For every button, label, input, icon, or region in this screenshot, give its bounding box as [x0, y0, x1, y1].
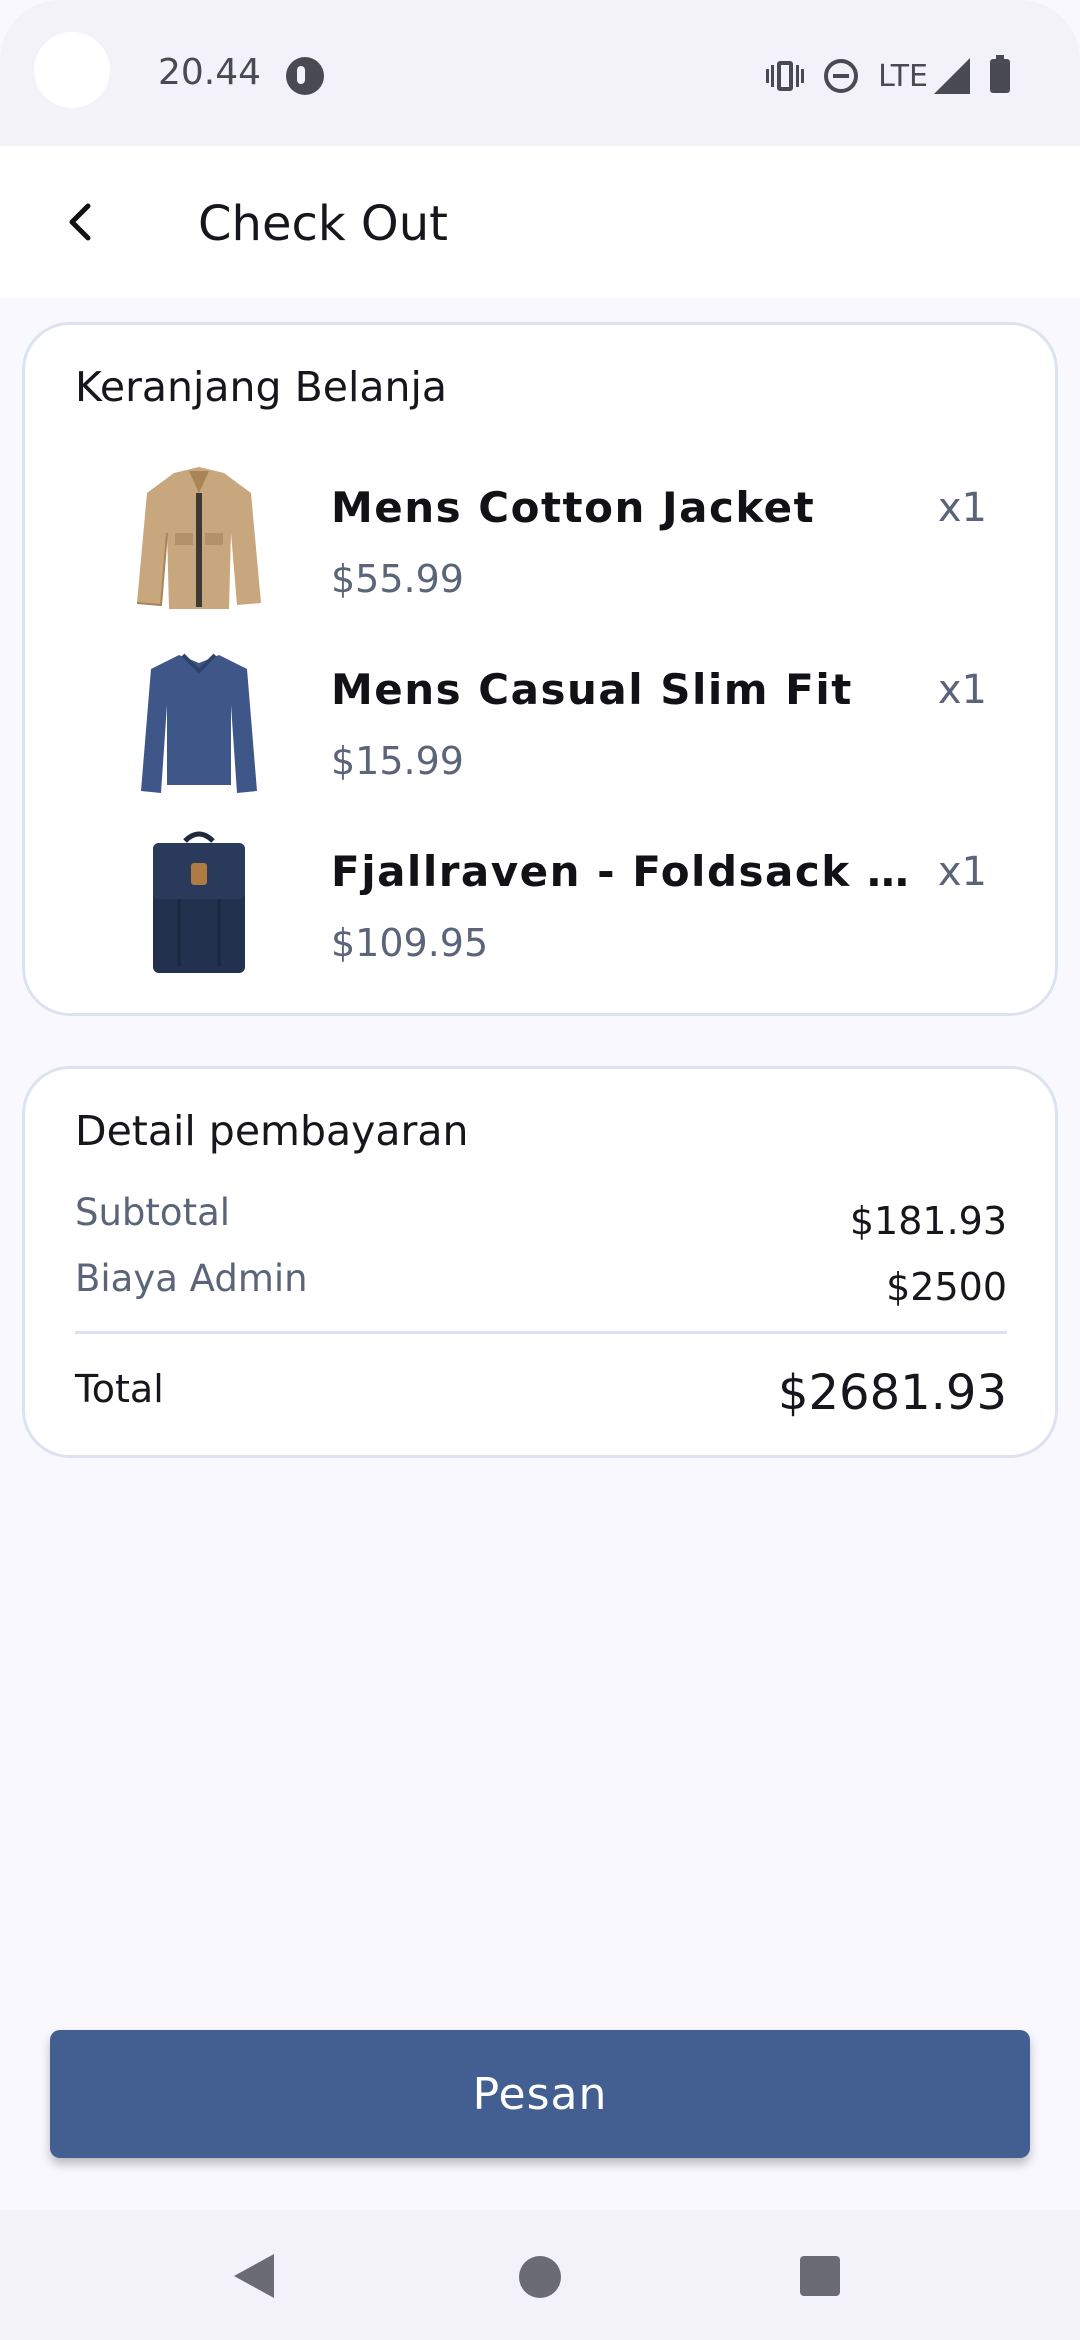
cart-item[interactable]: Fjallraven - Foldsack No. 1 Backpack, Fi… — [25, 827, 1055, 997]
cart-title: Keranjang Belanja — [75, 363, 447, 411]
product-price: $55.99 — [331, 557, 464, 601]
payment-detail-card: Detail pembayaran Subtotal $181.93 Biaya… — [22, 1066, 1058, 1458]
product-quantity: x1 — [937, 667, 987, 713]
status-time: 20.44 — [158, 52, 262, 93]
chevron-left-icon — [69, 203, 91, 241]
do-not-disturb-icon — [824, 59, 859, 93]
product-quantity: x1 — [937, 849, 987, 895]
order-button[interactable]: Pesan — [50, 2030, 1030, 2158]
admin-fee-value: $2500 — [886, 1265, 1007, 1309]
product-quantity: x1 — [937, 485, 987, 531]
vibrate-icon — [766, 59, 805, 93]
admin-fee-row: Biaya Admin $2500 — [75, 1257, 1007, 1313]
admin-fee-label: Biaya Admin — [75, 1257, 308, 1300]
cart-item[interactable]: Mens Cotton Jacket $55.99 x1 — [25, 463, 1055, 633]
product-price: $15.99 — [331, 739, 464, 783]
cart-card: Keranjang Belanja Mens Cotton Jacket $55… — [22, 322, 1058, 1016]
nav-home-icon[interactable] — [519, 2256, 561, 2298]
cart-item[interactable]: Mens Casual Slim Fit $15.99 x1 — [25, 645, 1055, 815]
product-name: Fjallraven - Foldsack No. 1 Backpack, Fi… — [331, 847, 941, 896]
subtotal-value: $181.93 — [849, 1199, 1007, 1243]
divider — [75, 1331, 1007, 1334]
camera-cutout — [34, 32, 110, 108]
product-name: Mens Casual Slim Fit — [331, 665, 853, 714]
jacket-image — [136, 467, 261, 609]
page-title: Check Out — [198, 196, 448, 252]
notification-app-icon — [286, 57, 324, 95]
total-value: $2681.93 — [777, 1365, 1007, 1421]
nav-recents-icon[interactable] — [800, 2256, 840, 2296]
battery-icon — [990, 55, 1010, 93]
status-icons: LTE — [766, 54, 1010, 98]
status-bar: 20.44 LTE — [0, 0, 1080, 146]
product-name: Mens Cotton Jacket — [331, 483, 816, 532]
nav-back-icon[interactable] — [234, 2254, 274, 2298]
back-button[interactable] — [40, 182, 120, 262]
backpack-image — [153, 831, 245, 973]
app-bar: Check Out — [0, 146, 1080, 298]
shirt-image — [141, 653, 257, 793]
total-label: Total — [75, 1367, 164, 1411]
signal-icon — [934, 58, 970, 94]
subtotal-label: Subtotal — [75, 1191, 231, 1234]
network-type: LTE — [878, 58, 928, 94]
system-nav-bar — [0, 2210, 1080, 2340]
payment-title: Detail pembayaran — [75, 1107, 469, 1155]
subtotal-row: Subtotal $181.93 — [75, 1191, 1007, 1247]
product-price: $109.95 — [331, 921, 489, 965]
